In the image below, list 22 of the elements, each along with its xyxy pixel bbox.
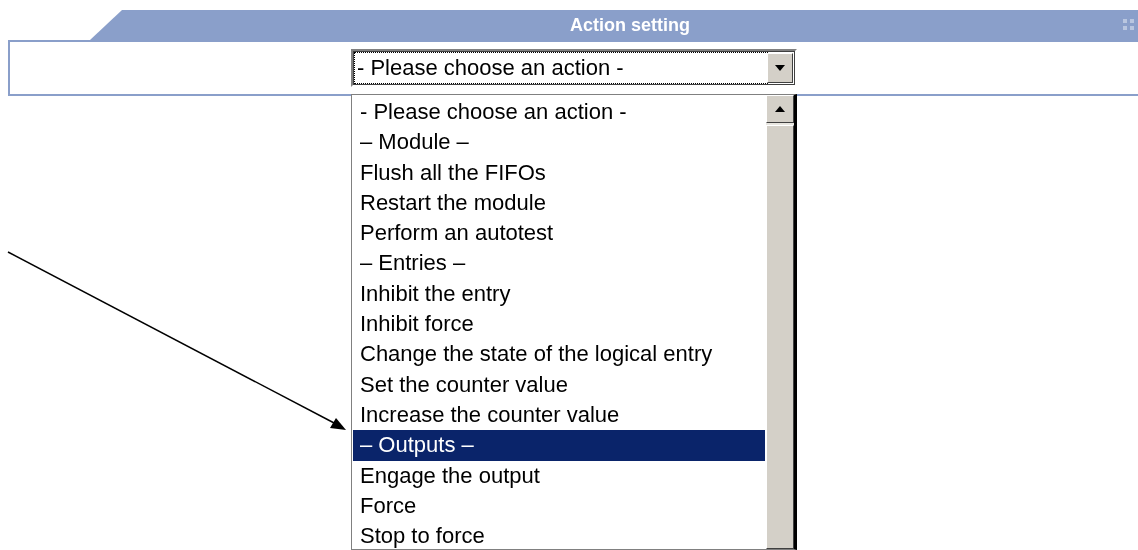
up-arrow-icon bbox=[774, 105, 786, 113]
grip-icon[interactable] bbox=[1122, 18, 1136, 32]
option-item[interactable]: Flush all the FIFOs bbox=[353, 157, 765, 188]
option-item[interactable]: Increase the counter value bbox=[353, 399, 765, 431]
option-item[interactable]: Inhibit force bbox=[353, 309, 765, 340]
option-item[interactable]: Inhibit the entry bbox=[353, 278, 765, 310]
option-item[interactable]: Set the counter value bbox=[353, 369, 765, 400]
panel-title: Action setting bbox=[570, 14, 690, 36]
option-item[interactable]: Stop to force bbox=[353, 521, 765, 550]
option-item[interactable]: Engage the output bbox=[353, 460, 765, 491]
option-item[interactable]: Change the state of the logical entry bbox=[353, 339, 765, 370]
option-item[interactable]: - Please choose an action - bbox=[353, 97, 765, 128]
option-item[interactable]: Restart the module bbox=[353, 187, 765, 219]
scroll-up-button[interactable] bbox=[766, 95, 794, 123]
option-item[interactable]: Perform an autotest bbox=[353, 218, 765, 249]
caret-icon bbox=[774, 64, 786, 72]
option-item[interactable]: – Entries – bbox=[353, 248, 765, 279]
dropdown-button[interactable] bbox=[767, 53, 793, 83]
option-item[interactable]: – Outputs – bbox=[353, 430, 765, 461]
action-select[interactable]: - Please choose an action - bbox=[351, 49, 797, 87]
option-item[interactable]: Force bbox=[353, 490, 765, 522]
option-item[interactable]: – Module – bbox=[353, 127, 765, 158]
